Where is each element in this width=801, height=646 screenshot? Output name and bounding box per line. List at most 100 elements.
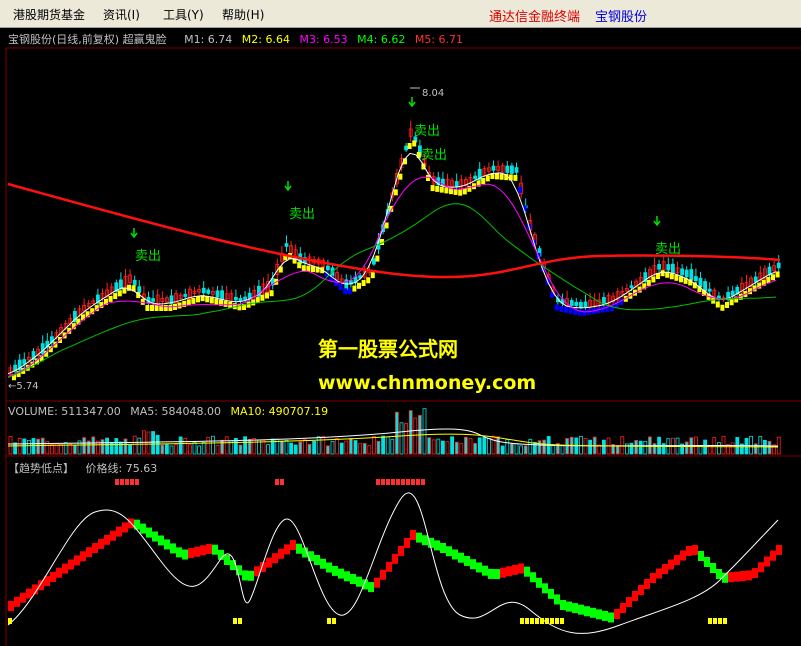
candle-body [238, 298, 243, 302]
volume-bar [445, 441, 450, 455]
candle-body [491, 165, 496, 171]
trend-step [728, 572, 734, 583]
bottom-marker [8, 618, 12, 624]
volume-bar [201, 442, 206, 455]
volume-bar [187, 444, 192, 455]
trend-ribbon [223, 300, 228, 307]
trend-step [524, 566, 530, 577]
bottom-marker [233, 618, 237, 624]
trend-ribbon [485, 175, 490, 182]
trend-ribbon [439, 186, 444, 193]
sell-signal-4: 卖出 [421, 148, 448, 163]
volume-bar [36, 438, 40, 455]
candle-body [132, 279, 137, 286]
trend-step [476, 562, 482, 573]
trend-ribbon [398, 173, 403, 180]
trend-ribbon [646, 279, 651, 286]
trend-step [518, 563, 524, 574]
volume-bar [560, 445, 565, 455]
low-price-label: ←5.74 [8, 381, 39, 392]
volume-bar [238, 444, 243, 455]
trend-ribbon [444, 187, 449, 194]
trend-ribbon [306, 265, 311, 272]
indicator-header: 【趋势低点】 价格线: 75.63 [8, 460, 157, 476]
volume-bar [551, 445, 556, 455]
candle-body [137, 286, 142, 293]
trend-step [668, 559, 674, 570]
bottom-marker [530, 618, 534, 624]
trend-ribbon [168, 305, 173, 311]
volume-bar [542, 439, 546, 455]
volume-bar [767, 440, 772, 455]
volume-bar [583, 438, 588, 455]
trend-step [662, 564, 668, 574]
candle-body [206, 289, 211, 294]
trend-ribbon [163, 305, 168, 311]
volume-bar [151, 431, 156, 455]
candle-body [151, 298, 156, 302]
volume-bar [82, 437, 86, 455]
candle-body [698, 277, 703, 288]
volume-bar [514, 443, 519, 455]
volume-bar [533, 441, 537, 455]
trend-ribbon [205, 296, 210, 303]
trend-step [392, 553, 398, 564]
kline-chart[interactable] [0, 0, 801, 646]
trend-step [20, 592, 26, 603]
trend-ribbon [347, 288, 352, 295]
volume-bar [519, 445, 523, 455]
candle-body [703, 281, 707, 292]
trend-step [650, 573, 656, 583]
volume-bar [588, 439, 592, 455]
trend-ribbon [669, 273, 674, 280]
trend-step [608, 612, 614, 623]
volume-bar [91, 436, 96, 455]
top-marker [421, 479, 425, 485]
watermark-title: 第一股票公式网 [318, 337, 458, 361]
volume-bar [491, 435, 496, 455]
trend-ribbon [370, 272, 375, 279]
trend-step [614, 609, 620, 619]
top-marker [120, 479, 124, 485]
trend-step [380, 569, 386, 580]
volume-bar [468, 438, 473, 455]
volume-bar [482, 437, 487, 455]
bottom-marker [713, 618, 717, 624]
candle-body [569, 300, 574, 307]
volume-bar [105, 437, 109, 455]
volume-bar [243, 436, 248, 455]
volume-bar [463, 436, 468, 455]
candle-body [689, 269, 694, 281]
candle-body [730, 290, 735, 296]
volume-bar [450, 436, 455, 455]
trend-ribbon [564, 306, 568, 313]
trend-ribbon [343, 288, 348, 295]
trend-ribbon [518, 187, 522, 193]
trend-step [470, 559, 476, 570]
trend-ribbon [458, 189, 463, 196]
trend-step [626, 597, 632, 607]
volume-bar [500, 445, 505, 455]
trend-step [572, 603, 578, 614]
indicator-title: 【趋势低点】 [8, 462, 74, 475]
top-marker [135, 479, 139, 485]
volume-bar [178, 436, 183, 455]
trend-ribbon [384, 222, 389, 229]
volume-bar [114, 438, 119, 455]
trend-step [566, 601, 572, 612]
volume-bar [183, 437, 188, 455]
trend-step [440, 543, 446, 553]
trend-step [74, 555, 80, 566]
trend-step [368, 582, 374, 593]
volume-ma5: MA5: 584048.00 [130, 405, 221, 418]
ma1-label: M1: 6.74 [184, 33, 233, 46]
trend-ribbon [301, 265, 306, 272]
trend-step [188, 548, 194, 559]
volume-bar [68, 443, 73, 455]
volume-bar [123, 438, 128, 455]
trend-step [98, 538, 104, 549]
trend-step [422, 535, 428, 546]
volume-header: VOLUME: 511347.00 MA5: 584048.00 MA10: 4… [8, 405, 328, 418]
candle-body [454, 181, 459, 188]
volume-bar [348, 437, 353, 455]
